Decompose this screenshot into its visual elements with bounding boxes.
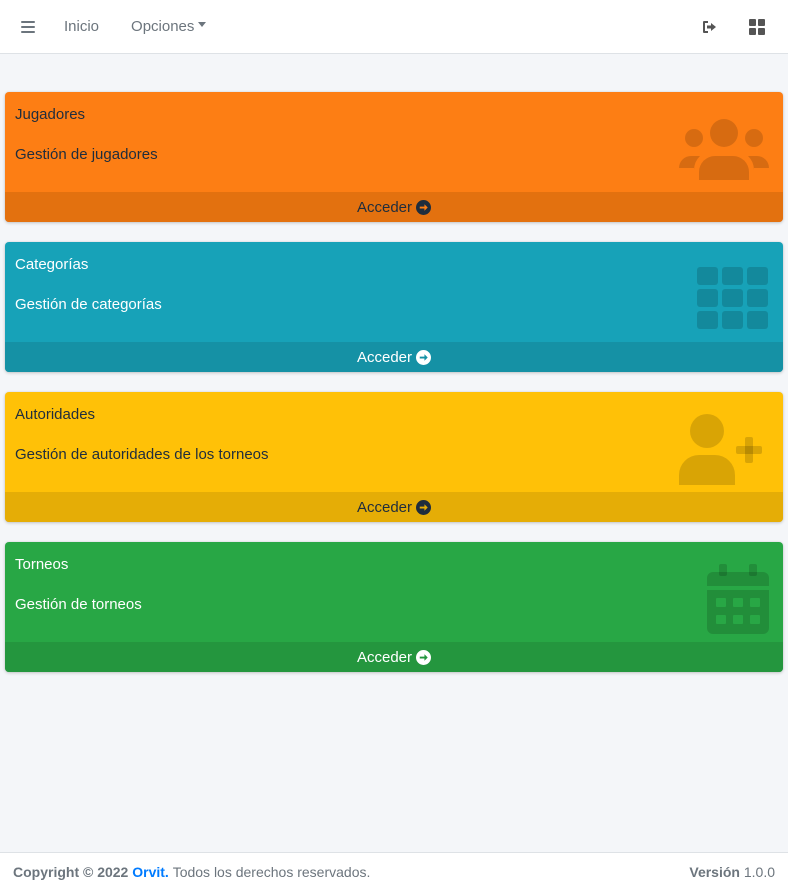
card-access-link[interactable]: Acceder [5,642,783,672]
footer-rights: Todos los derechos reservados. [172,864,371,880]
card-access-label: Acceder [356,648,413,666]
card-title: Autoridades [15,406,96,423]
arrow-circle-right-icon [416,499,432,515]
arrow-circle-right-icon [416,349,432,365]
footer-version-value: 1.0.0 [743,864,775,880]
bars-icon [21,20,35,33]
arrow-circle-right-icon [416,649,432,665]
card-access-link[interactable]: Acceder [5,492,783,522]
arrow-circle-right-icon [416,199,432,215]
card-access-label: Acceder [356,498,413,516]
nav-dropdown-label: Opciones [131,18,195,35]
card-description: Gestión de categorías [15,296,162,313]
card-access-link[interactable]: Acceder [5,342,783,372]
card-description: Gestión de autoridades de los torneos [15,446,269,463]
logout-button[interactable] [687,0,734,54]
card-title: Jugadores [15,106,86,123]
page-footer: Copyright © 2022 Orvit. Todos los derech… [0,852,788,891]
card-access-label: Acceder [356,198,413,216]
dashboard-content: Jugadores Gestión de jugadores Acceder C… [0,54,788,672]
grid-icon [749,18,765,35]
sign-out-icon [703,20,716,33]
card-title: Categorías [15,256,89,273]
card-access-link[interactable]: Acceder [5,192,783,222]
card-jugadores: Jugadores Gestión de jugadores Acceder [5,92,783,222]
footer-version: Versión 1.0.0 [689,864,775,880]
card-description: Gestión de jugadores [15,146,158,163]
card-autoridades: Autoridades Gestión de autoridades de lo… [5,392,783,522]
card-title: Torneos [15,556,69,573]
menu-toggle-button[interactable] [8,0,48,54]
card-torneos: Torneos Gestión de torneos Acceder [5,542,783,672]
nav-link-inicio[interactable]: Inicio [48,0,115,54]
card-access-label: Acceder [356,348,413,366]
footer-brand-link[interactable]: Orvit. [132,864,169,880]
nav-dropdown-opciones[interactable]: Opciones [115,0,222,54]
caret-down-icon [198,22,207,27]
apps-button[interactable] [734,0,780,54]
card-categorias: Categorías Gestión de categorías Acceder [5,242,783,372]
footer-copyright: Copyright © 2022 [13,864,129,880]
footer-version-label: Versión [689,864,740,880]
navbar-right [687,0,780,54]
card-description: Gestión de torneos [15,596,142,613]
top-navbar: Inicio Opciones [0,0,788,54]
